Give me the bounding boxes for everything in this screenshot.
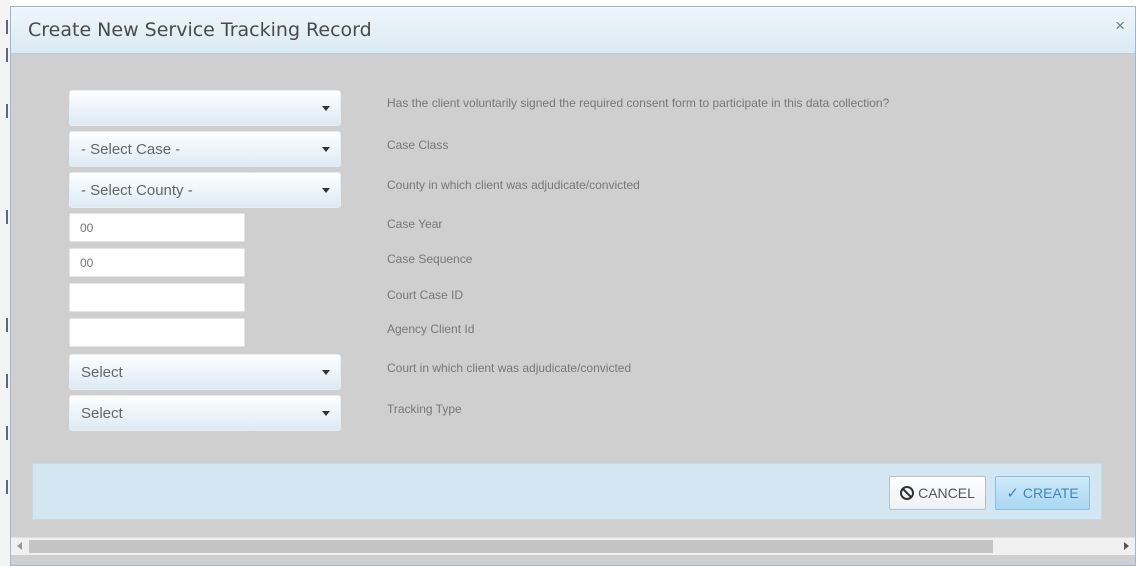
dialog-title: Create New Service Tracking Record	[28, 19, 372, 41]
caret-down-icon	[322, 370, 330, 375]
scrollbar-thumb[interactable]	[29, 540, 993, 553]
consent-label: Has the client voluntarily signed the re…	[387, 96, 890, 110]
tracking-type-select[interactable]: Select	[69, 395, 341, 431]
case-sequence-input[interactable]: 00	[69, 248, 245, 277]
court-case-id-input[interactable]	[69, 283, 245, 312]
caret-down-icon	[322, 411, 330, 416]
horizontal-scrollbar[interactable]	[11, 537, 1135, 555]
caret-down-icon	[322, 106, 330, 111]
cancel-button[interactable]: CANCEL	[889, 476, 986, 510]
case-year-label: Case Year	[387, 217, 443, 231]
county-select[interactable]: - Select County -	[69, 172, 341, 208]
case-sequence-label: Case Sequence	[387, 252, 473, 266]
court-label: Court in which client was adjudicate/con…	[387, 361, 632, 375]
caret-down-icon	[322, 188, 330, 193]
case-class-label: Case Class	[387, 138, 449, 152]
close-icon[interactable]: ×	[1115, 16, 1125, 36]
scroll-right-icon[interactable]	[1124, 542, 1129, 550]
check-icon: ✓	[1006, 485, 1019, 502]
county-select-value: - Select County -	[81, 182, 193, 199]
caret-down-icon	[322, 147, 330, 152]
ban-icon	[900, 486, 915, 500]
agency-client-id-input[interactable]	[69, 318, 245, 347]
case-class-select-value: - Select Case -	[81, 141, 181, 158]
dialog-header: Create New Service Tracking Record ×	[11, 7, 1135, 54]
scroll-left-icon[interactable]	[17, 542, 22, 550]
tracking-type-label: Tracking Type	[387, 402, 462, 416]
case-year-input[interactable]: 00	[69, 213, 245, 242]
case-sequence-value: 00	[80, 256, 94, 270]
court-select[interactable]: Select	[69, 354, 341, 390]
cancel-button-label: CANCEL	[918, 485, 975, 501]
court-select-value: Select	[81, 364, 123, 381]
agency-client-id-label: Agency Client Id	[387, 322, 475, 336]
create-button[interactable]: ✓ CREATE	[995, 476, 1090, 510]
consent-select[interactable]	[69, 90, 341, 126]
dialog-footer: CANCEL ✓ CREATE	[32, 463, 1102, 520]
tracking-type-select-value: Select	[81, 405, 123, 422]
case-class-select[interactable]: - Select Case -	[69, 131, 341, 167]
case-year-value: 00	[80, 221, 94, 235]
background-window-edge	[0, 0, 10, 566]
court-case-id-label: Court Case ID	[387, 288, 464, 302]
create-button-label: CREATE	[1022, 485, 1079, 501]
county-label: County in which client was adjudicate/co…	[387, 178, 640, 192]
create-service-tracking-dialog: Create New Service Tracking Record × Has…	[10, 6, 1136, 566]
